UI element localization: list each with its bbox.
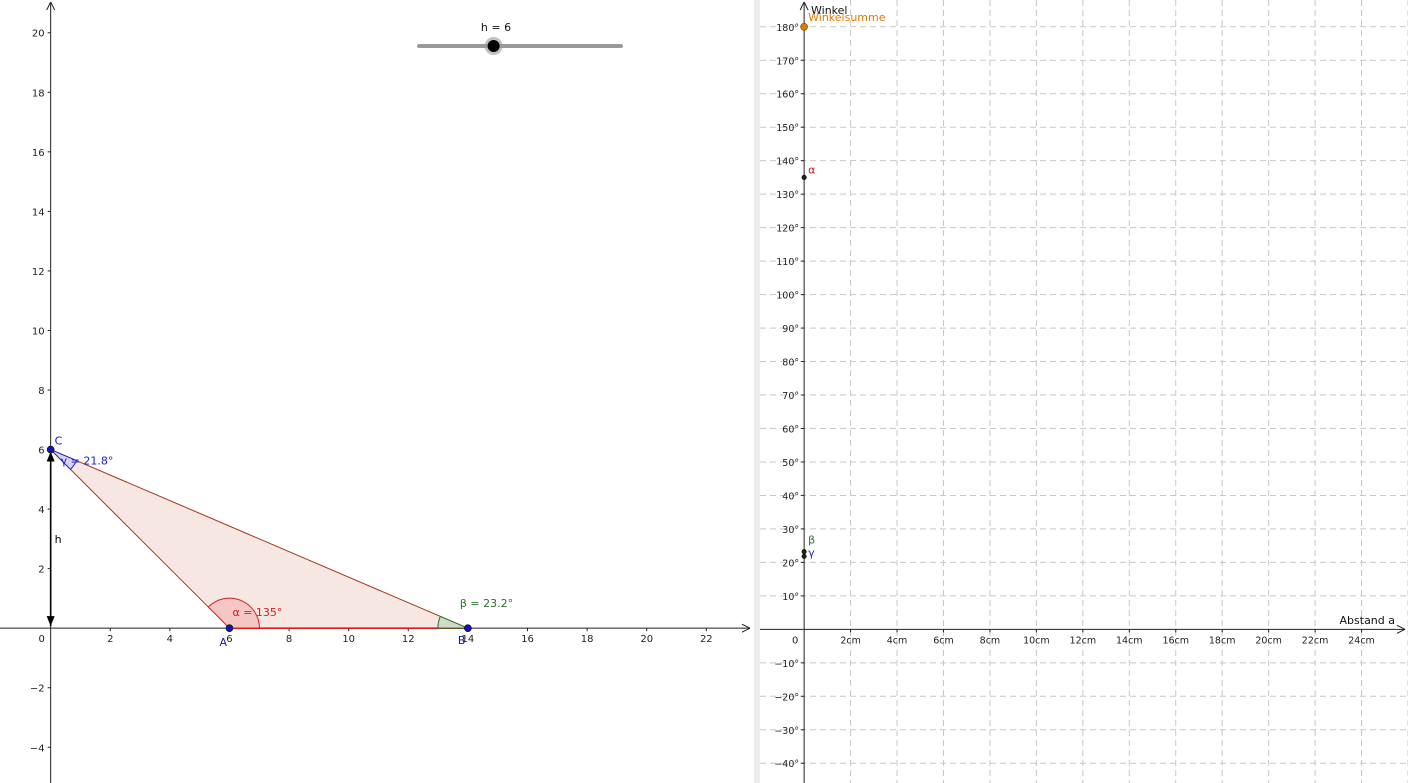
point-a[interactable] bbox=[225, 624, 234, 632]
point-c-label: C bbox=[55, 435, 63, 448]
left-y-tick-label: 2 bbox=[38, 565, 44, 576]
right-graphics-view[interactable]: 0 2cm 4cm 6cm 8cm 10cm 12cm 14cm 16cm 18cm 20cm 22c… bbox=[760, 0, 1408, 783]
right-y-tick-label: 170° bbox=[776, 56, 799, 67]
angle-gamma-label: γ = 21.8° bbox=[61, 455, 114, 468]
right-x-tick-label: 12cm bbox=[1070, 635, 1097, 646]
right-y-tick-label: 60° bbox=[782, 424, 799, 435]
left-y-tick-label: 18 bbox=[32, 88, 45, 99]
left-y-tick-label: 6 bbox=[38, 446, 44, 457]
slider-knob[interactable] bbox=[487, 40, 500, 52]
angle-beta-arc[interactable] bbox=[437, 615, 469, 629]
triangle-abc[interactable] bbox=[50, 449, 469, 629]
right-grid bbox=[760, 0, 1408, 783]
right-x-tick-label: 14cm bbox=[1116, 635, 1143, 646]
left-x-tick-label: 18 bbox=[581, 634, 594, 645]
right-y-tick-label: 100° bbox=[776, 291, 799, 302]
point-b-label: B bbox=[458, 634, 466, 647]
left-x-tick-label: 6 bbox=[226, 634, 232, 645]
right-y-tick-label: 140° bbox=[776, 157, 799, 168]
left-x-tick-label: 8 bbox=[286, 634, 292, 645]
left-x-tick-label: 10 bbox=[342, 634, 355, 645]
right-x-tick-label: 8cm bbox=[980, 635, 1001, 646]
left-x-tick-label: 20 bbox=[640, 634, 653, 645]
right-y-tick-label: 40° bbox=[782, 491, 799, 502]
point-alpha[interactable] bbox=[801, 174, 807, 180]
point-alpha-label: α bbox=[808, 163, 815, 176]
view-divider[interactable] bbox=[754, 0, 760, 783]
left-x-tick-label: 0 bbox=[38, 634, 44, 645]
slider-label: h = 6 bbox=[481, 21, 511, 34]
angle-beta-label: β = 23.2° bbox=[460, 597, 513, 610]
left-x-tick-label: 4 bbox=[167, 634, 173, 645]
left-y-tick-label: 12 bbox=[32, 267, 45, 278]
left-y-tick-label: 14 bbox=[32, 207, 45, 218]
triangle-construction[interactable]: h A B Cα = 135° β = 23.2° γ = 21.8° bbox=[46, 435, 513, 650]
point-gamma[interactable] bbox=[801, 553, 807, 559]
left-y-tick-label: 20 bbox=[32, 29, 45, 40]
point-beta-label: β bbox=[808, 534, 815, 547]
right-y-tick-label: 130° bbox=[776, 190, 799, 201]
right-x-tick-label: 2cm bbox=[840, 635, 861, 646]
right-x-tick-label: 4cm bbox=[887, 635, 908, 646]
right-y-tick-label: 30° bbox=[782, 525, 799, 536]
right-y-tick-label: −20° bbox=[774, 692, 799, 703]
right-y-tick-label: 70° bbox=[782, 391, 799, 402]
right-y-tick-label: 120° bbox=[776, 224, 799, 235]
right-origin-label: 0 bbox=[792, 635, 798, 646]
right-y-tick-label: 160° bbox=[776, 90, 799, 101]
left-y-tick-label: −2 bbox=[30, 684, 45, 695]
right-y-tick-label: 50° bbox=[782, 458, 799, 469]
left-tick-labels: 0 2 4 6 8 10 12 14 16 18 20 22−4−22468101214161820 bbox=[30, 29, 713, 755]
left-x-tick-label: 16 bbox=[521, 634, 534, 645]
left-y-tick-label: −4 bbox=[30, 743, 45, 754]
right-y-tick-label: 150° bbox=[776, 123, 799, 134]
right-y-tick-label: 180° bbox=[776, 23, 799, 34]
left-y-tick-label: 16 bbox=[32, 148, 45, 159]
point-beta[interactable] bbox=[801, 549, 807, 555]
x-axis-label: Abstand a bbox=[1340, 614, 1395, 627]
left-y-tick-label: 10 bbox=[32, 326, 45, 337]
vector-h-arrow-bottom bbox=[46, 616, 55, 627]
left-x-tick-label: 12 bbox=[402, 634, 415, 645]
point-b[interactable] bbox=[464, 624, 472, 632]
h-label: h bbox=[55, 533, 62, 546]
angle-points[interactable]: Winkelsumme α βγ bbox=[800, 11, 886, 560]
point-winkelsumme-label: Winkelsumme bbox=[808, 11, 886, 24]
angle-alpha-label: α = 135° bbox=[232, 606, 282, 619]
point-a-label: A bbox=[219, 636, 227, 649]
right-y-tick-label: 10° bbox=[782, 592, 799, 603]
left-y-tick-label: 8 bbox=[38, 386, 44, 397]
left-graphics-view[interactable]: 0 2 4 6 8 10 12 14 16 18 20 22−4−22468101214161820 … bbox=[0, 1, 751, 783]
right-y-tick-label: 90° bbox=[782, 324, 799, 335]
right-y-tick-label: −10° bbox=[774, 659, 799, 670]
point-winkelsumme[interactable] bbox=[800, 22, 808, 31]
right-x-tick-label: 24cm bbox=[1348, 635, 1375, 646]
right-x-tick-label: 20cm bbox=[1255, 635, 1282, 646]
right-y-tick-label: −30° bbox=[774, 726, 799, 737]
right-x-tick-label: 16cm bbox=[1162, 635, 1189, 646]
left-axes bbox=[0, 1, 751, 783]
right-x-tick-label: 10cm bbox=[1023, 635, 1050, 646]
right-x-tick-label: 6cm bbox=[933, 635, 954, 646]
point-c[interactable] bbox=[46, 445, 55, 454]
right-y-tick-label: 110° bbox=[776, 257, 799, 268]
right-y-tick-label: −40° bbox=[774, 759, 799, 770]
right-tick-labels: 0 2cm 4cm 6cm 8cm 10cm 12cm 14cm 16cm 18cm 20cm 22c… bbox=[774, 23, 1375, 770]
left-y-tick-label: 4 bbox=[38, 505, 44, 516]
right-x-tick-label: 18cm bbox=[1209, 635, 1236, 646]
left-x-tick-label: 2 bbox=[107, 634, 113, 645]
right-y-tick-label: 20° bbox=[782, 558, 799, 569]
left-x-tick-label: 22 bbox=[700, 634, 713, 645]
right-x-tick-label: 22cm bbox=[1302, 635, 1329, 646]
point-gamma-label: γ bbox=[808, 546, 815, 559]
h-slider[interactable]: h = 6 bbox=[417, 21, 623, 55]
geogebra-canvas: 0 2 4 6 8 10 12 14 16 18 20 22−4−22468101214161820 … bbox=[0, 0, 1408, 783]
right-y-tick-label: 80° bbox=[782, 358, 799, 369]
